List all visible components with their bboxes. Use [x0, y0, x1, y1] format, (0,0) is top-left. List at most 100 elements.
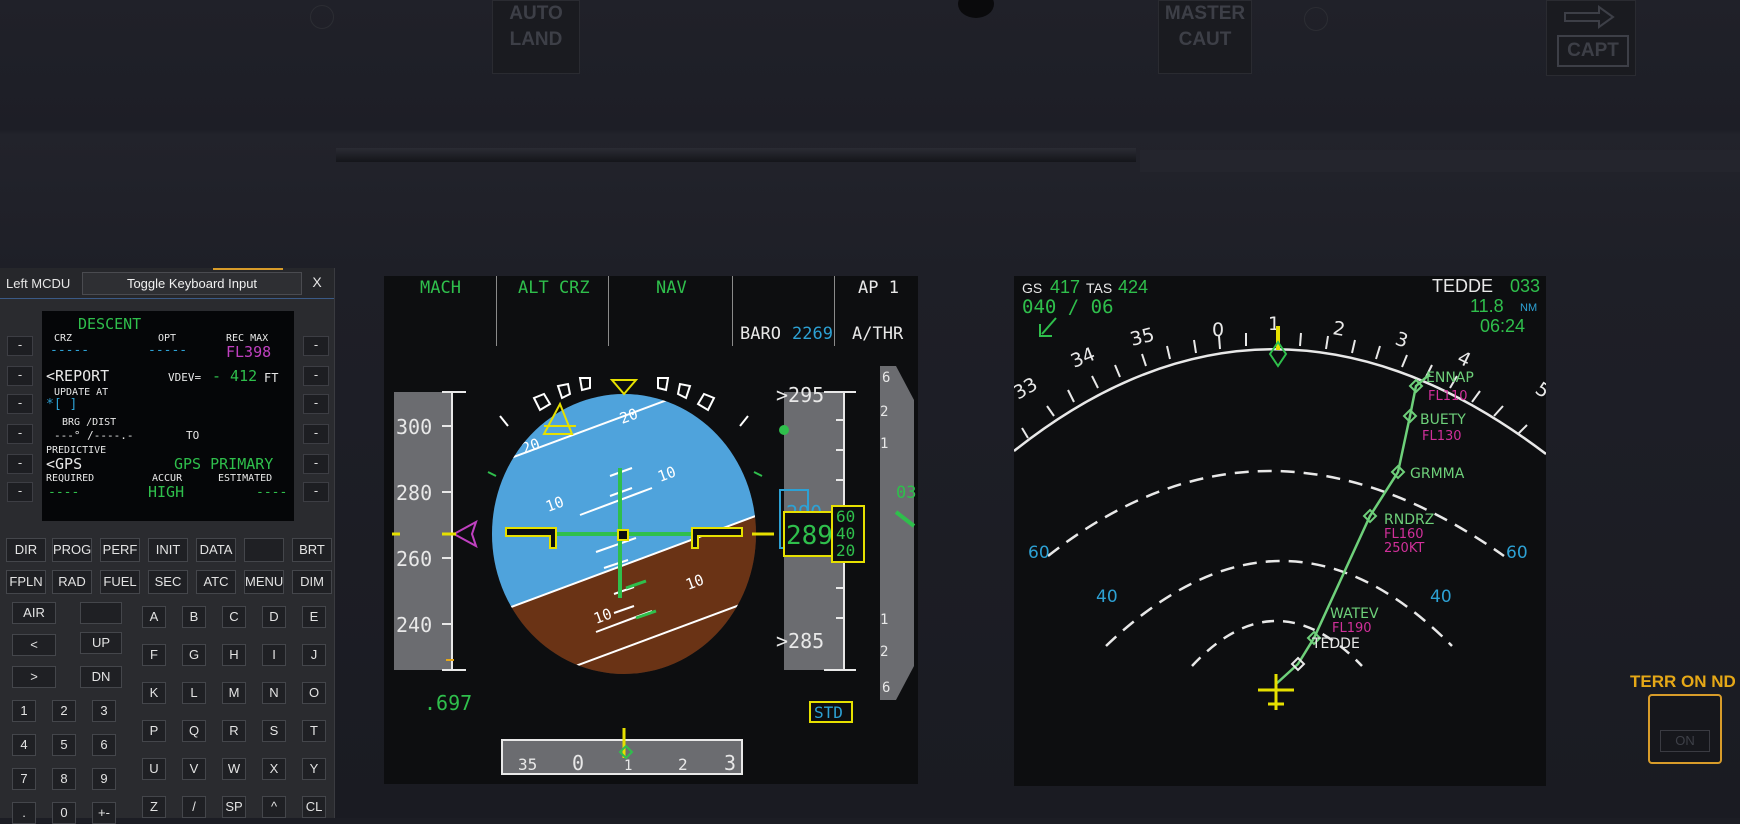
key-letter-5[interactable]: F	[142, 644, 166, 666]
func-key-prog[interactable]: PROG	[52, 538, 92, 562]
key-num-3[interactable]: 4	[12, 734, 36, 756]
func-key-menu[interactable]: MENU	[244, 570, 284, 594]
key-letter-16[interactable]: Q	[182, 720, 206, 742]
key-letter-25[interactable]: Z	[142, 796, 166, 818]
key-letter-29[interactable]: CL	[302, 796, 326, 818]
key-letter-22[interactable]: W	[222, 758, 246, 780]
key-num-9[interactable]: .	[12, 802, 36, 824]
key-letter-28[interactable]: ^	[262, 796, 286, 818]
vs-tick: 6	[882, 680, 890, 696]
key-air[interactable]: AIR	[12, 602, 56, 624]
key-num-2[interactable]: 3	[92, 700, 116, 722]
autoland-button[interactable]: AUTO LAND	[492, 0, 580, 74]
distance-unit: NM	[1520, 302, 1538, 314]
key-num-8[interactable]: 9	[92, 768, 116, 790]
heading-tick: 0	[572, 751, 584, 775]
lsk-r6[interactable]: -	[303, 482, 329, 502]
key-letter-23[interactable]: X	[262, 758, 286, 780]
range-ring-outer	[1047, 469, 1505, 558]
key-letter-4[interactable]: E	[302, 606, 326, 628]
key-letter-18[interactable]: S	[262, 720, 286, 742]
key-next-page[interactable]: >	[12, 666, 56, 688]
key-letter-15[interactable]: P	[142, 720, 166, 742]
key-letter-17[interactable]: R	[222, 720, 246, 742]
pfd-graphics: 300 280 260 240 .697 10 10 20 20 10 10 >…	[392, 366, 916, 775]
func-key-data[interactable]: DATA	[196, 538, 236, 562]
vs-tick: 2	[880, 644, 888, 660]
func-key-brt[interactable]: BRT	[292, 538, 332, 562]
key-slew-up[interactable]: UP	[80, 632, 122, 654]
key-letter-14[interactable]: O	[302, 682, 326, 704]
func-key-perf[interactable]: PERF	[100, 538, 140, 562]
std-label: STD	[814, 703, 843, 722]
key-num-6[interactable]: 7	[12, 768, 36, 790]
lsk-r4[interactable]: -	[303, 424, 329, 444]
next-waypoint: TEDDE	[1432, 276, 1494, 296]
key-letter-19[interactable]: T	[302, 720, 326, 742]
key-letter-26[interactable]: /	[182, 796, 206, 818]
key-letter-0[interactable]: A	[142, 606, 166, 628]
opt-value: -----	[148, 343, 188, 358]
func-key-fuel[interactable]: FUEL	[100, 570, 140, 594]
func-key-blank[interactable]	[244, 538, 284, 562]
key-num-10[interactable]: 0	[52, 802, 76, 824]
key-num-0[interactable]: 1	[12, 700, 36, 722]
key-letter-2[interactable]: C	[222, 606, 246, 628]
lsk-l3[interactable]: -	[7, 394, 33, 414]
key-letter-20[interactable]: U	[142, 758, 166, 780]
primary-flight-display: MACH ALT CRZ NAV AP 1 BARO 2269 A/THR 30…	[384, 276, 918, 784]
range-ring-middle	[1105, 559, 1453, 647]
gps-primary: GPS PRIMARY	[174, 455, 274, 473]
key-letter-1[interactable]: B	[182, 606, 206, 628]
key-num-1[interactable]: 2	[52, 700, 76, 722]
lsk-l4[interactable]: -	[7, 424, 33, 444]
key-letter-13[interactable]: N	[262, 682, 286, 704]
lsk-r2[interactable]: -	[303, 366, 329, 386]
lsk-l1[interactable]: -	[7, 336, 33, 356]
toggle-keyboard-input-button[interactable]: Toggle Keyboard Input	[82, 272, 302, 295]
func-key-init[interactable]: INIT	[148, 538, 188, 562]
key-letter-21[interactable]: V	[182, 758, 206, 780]
key-blank[interactable]	[80, 602, 122, 624]
lsk-r1[interactable]: -	[303, 336, 329, 356]
func-key-rad[interactable]: RAD	[52, 570, 92, 594]
key-letter-10[interactable]: K	[142, 682, 166, 704]
lsk-r5[interactable]: -	[303, 454, 329, 474]
key-letter-6[interactable]: G	[182, 644, 206, 666]
vs-tick: 1	[880, 436, 888, 452]
capt-priority-button[interactable]: CAPT	[1546, 0, 1636, 76]
func-key-dir[interactable]: DIR	[6, 538, 46, 562]
alt-tick-lower: >285	[776, 629, 824, 653]
key-letter-12[interactable]: M	[222, 682, 246, 704]
func-key-dim[interactable]: DIM	[292, 570, 332, 594]
mcdu-title-bar: Left MCDU Toggle Keyboard Input X	[0, 268, 334, 299]
key-letter-24[interactable]: Y	[302, 758, 326, 780]
func-key-atc[interactable]: ATC	[196, 570, 236, 594]
key-num-5[interactable]: 6	[92, 734, 116, 756]
key-letter-3[interactable]: D	[262, 606, 286, 628]
vs-tick: 2	[880, 404, 888, 420]
waypoint-name: GRMMA	[1410, 466, 1465, 482]
key-letter-7[interactable]: H	[222, 644, 246, 666]
terr-on-nd-button[interactable]: ON	[1648, 694, 1722, 764]
lsk-l5[interactable]: -	[7, 454, 33, 474]
key-slew-down[interactable]: DN	[80, 666, 122, 688]
lsk-l6[interactable]: -	[7, 482, 33, 502]
key-num-11[interactable]: +-	[92, 802, 116, 824]
lsk-r3[interactable]: -	[303, 394, 329, 414]
lsk-l2[interactable]: -	[7, 366, 33, 386]
compass-label: 3	[1392, 328, 1410, 353]
key-letter-27[interactable]: SP	[222, 796, 246, 818]
key-letter-11[interactable]: L	[182, 682, 206, 704]
key-letter-9[interactable]: J	[302, 644, 326, 666]
func-key-fpln[interactable]: FPLN	[6, 570, 46, 594]
key-num-7[interactable]: 8	[52, 768, 76, 790]
estimated-value: ----	[256, 485, 288, 500]
master-caut-button[interactable]: MASTER CAUT	[1158, 0, 1252, 74]
close-button[interactable]: X	[306, 272, 328, 293]
key-letter-8[interactable]: I	[262, 644, 286, 666]
key-prev-page[interactable]: <	[12, 634, 56, 656]
glareshield-ledge	[1140, 150, 1740, 172]
key-num-4[interactable]: 5	[52, 734, 76, 756]
func-key-sec[interactable]: SEC	[148, 570, 188, 594]
